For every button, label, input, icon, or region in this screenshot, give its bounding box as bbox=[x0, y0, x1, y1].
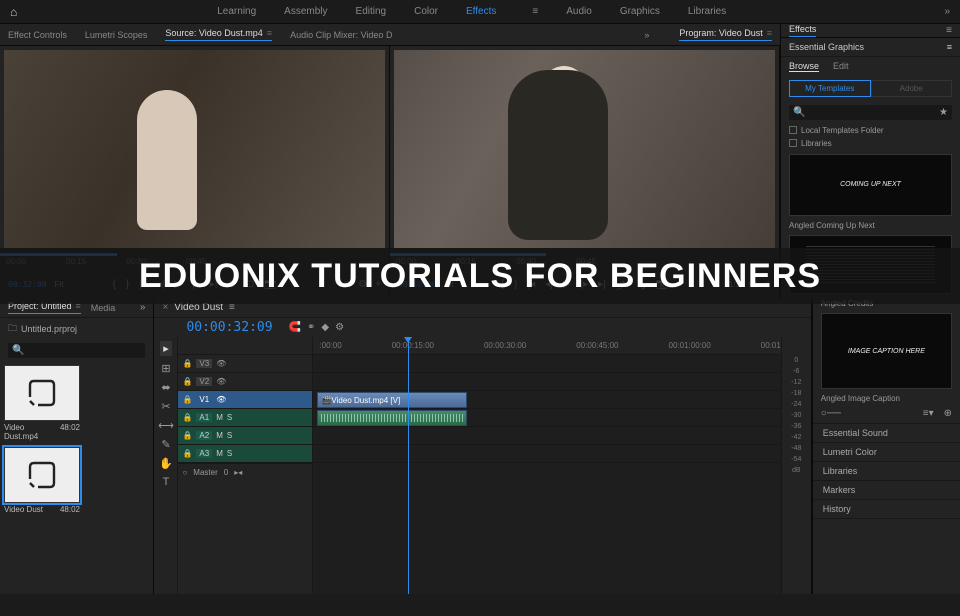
ws-graphics[interactable]: Graphics bbox=[620, 6, 660, 17]
tl-settings-icon[interactable]: ⚙ bbox=[335, 322, 344, 333]
chk-local-folder[interactable] bbox=[789, 126, 797, 134]
tl-marker-icon[interactable]: ◆ bbox=[321, 322, 329, 333]
ws-audio[interactable]: Audio bbox=[566, 6, 592, 17]
tab-source[interactable]: Source: Video Dust.mp4≡ bbox=[165, 28, 272, 41]
tool-column: ▸ ⊞ ⬌ ✂ ⟷ ✎ ✋ T bbox=[154, 337, 178, 594]
project-search-input[interactable] bbox=[24, 346, 141, 356]
tool-selection[interactable]: ▸ bbox=[160, 341, 172, 356]
tool-type[interactable]: T bbox=[163, 476, 170, 488]
tool-hand[interactable]: ✋ bbox=[159, 457, 173, 470]
tool-ripple[interactable]: ⬌ bbox=[161, 381, 170, 394]
program-viewer[interactable] bbox=[394, 50, 775, 248]
lock-icon[interactable]: 🔒 bbox=[182, 359, 192, 368]
search-icon: 🔍 bbox=[12, 345, 24, 356]
lock-icon[interactable]: 🔒 bbox=[182, 449, 192, 458]
ws-effects-menu-icon[interactable]: ≡ bbox=[532, 6, 538, 17]
ws-effects[interactable]: Effects bbox=[466, 6, 496, 17]
template-caption-2: Angled Image Caption bbox=[813, 393, 960, 404]
bin-icon: 🗀 bbox=[8, 321, 17, 337]
eg-search[interactable]: 🔍 ★ bbox=[789, 105, 952, 120]
eg-tab-browse[interactable]: Browse bbox=[789, 61, 819, 72]
project-name: 🗀 Untitled.prproj bbox=[0, 318, 153, 340]
clip-grid: Video Dust.mp448:02 Video Dust48:02 bbox=[0, 361, 153, 520]
workspace-tabs: Learning Assembly Editing Color Effects … bbox=[217, 6, 726, 17]
lock-icon[interactable]: 🔒 bbox=[182, 413, 192, 422]
source-overflow-icon[interactable]: » bbox=[644, 30, 649, 40]
tab-program[interactable]: Program: Video Dust≡ bbox=[679, 28, 772, 41]
clip-item-0[interactable]: Video Dust.mp448:02 bbox=[4, 365, 80, 443]
eg-slider[interactable]: ○── bbox=[821, 408, 841, 419]
tl-link-icon[interactable]: ⚭ bbox=[307, 322, 315, 333]
lock-icon[interactable]: 🔒 bbox=[182, 431, 192, 440]
panel-libraries[interactable]: Libraries bbox=[813, 462, 960, 481]
source-viewer[interactable] bbox=[4, 50, 385, 248]
tool-slip[interactable]: ⟷ bbox=[158, 419, 174, 432]
template-image-caption[interactable]: IMAGE CAPTION HERE bbox=[821, 313, 952, 389]
tracks-area[interactable]: :00:0000:00:15:0000:00:30:0000:00:45:000… bbox=[313, 337, 780, 594]
timeline-timecode[interactable]: 00:00:32:09 bbox=[178, 318, 280, 337]
eg-sort-icon[interactable]: ≡▾ bbox=[923, 408, 934, 419]
timeline-panel: × Video Dust ≡ 00:00:32:09 🧲 ⚭ ◆ ⚙ ▸ ⊞ ⬌… bbox=[154, 298, 811, 594]
collapsed-panels: Essential Sound Lumetri Color Libraries … bbox=[813, 423, 960, 519]
panel-lumetri-color[interactable]: Lumetri Color bbox=[813, 443, 960, 462]
toggle-my-templates[interactable]: My Templates bbox=[789, 80, 871, 97]
home-icon[interactable]: ⌂ bbox=[10, 5, 17, 19]
chk-libraries[interactable] bbox=[789, 139, 797, 147]
clip-a1[interactable] bbox=[317, 410, 467, 426]
playhead[interactable] bbox=[408, 337, 409, 594]
track-headers: 🔒V3👁 🔒V2👁 🔒V1👁 🔒A1MS 🔒A2MS 🔒A3MS ○Master… bbox=[178, 337, 313, 594]
project-panel: Project: Untitled≡ Media » 🗀 Untitled.pr… bbox=[0, 298, 154, 594]
app-topbar: ⌂ Learning Assembly Editing Color Effect… bbox=[0, 0, 960, 24]
eg-title: Essential Graphics bbox=[789, 42, 864, 52]
ws-editing[interactable]: Editing bbox=[356, 6, 387, 17]
right-lower-sidebar: Angled Credits IMAGE CAPTION HERE Angled… bbox=[812, 298, 960, 594]
tool-pen[interactable]: ✎ bbox=[161, 438, 170, 451]
lbl-libraries: Libraries bbox=[801, 139, 832, 148]
overlay-title: EDUONIX TUTORIALS FOR BEGINNERS bbox=[0, 248, 960, 304]
clip-item-1[interactable]: Video Dust48:02 bbox=[4, 447, 80, 516]
template-caption-0: Angled Coming Up Next bbox=[781, 220, 960, 231]
eg-tab-edit[interactable]: Edit bbox=[833, 61, 849, 72]
panel-history[interactable]: History bbox=[813, 500, 960, 519]
eg-new-icon[interactable]: ⊕ bbox=[944, 408, 952, 419]
toggle-adobe-stock[interactable]: Adobe bbox=[871, 80, 953, 97]
lbl-local-folder: Local Templates Folder bbox=[801, 126, 884, 135]
workspace-overflow-icon[interactable]: » bbox=[944, 6, 950, 17]
lock-icon[interactable]: 🔒 bbox=[182, 395, 192, 404]
panel-essential-sound[interactable]: Essential Sound bbox=[813, 424, 960, 443]
ws-libraries[interactable]: Libraries bbox=[688, 6, 726, 17]
search-icon: 🔍 bbox=[793, 107, 805, 118]
tool-razor[interactable]: ✂ bbox=[161, 400, 170, 413]
project-search[interactable]: 🔍 bbox=[8, 343, 145, 358]
tab-audio-clip-mixer[interactable]: Audio Clip Mixer: Video D bbox=[290, 30, 392, 40]
monitor-panel-tabs: Effect Controls Lumetri Scopes Source: V… bbox=[0, 24, 780, 46]
tab-effects-panel[interactable]: Effects bbox=[789, 24, 816, 37]
tl-snap-icon[interactable]: 🧲 bbox=[289, 322, 301, 333]
essential-graphics-header: Essential Graphics ≡ bbox=[781, 38, 960, 57]
tool-track-select[interactable]: ⊞ bbox=[161, 362, 170, 375]
tab-lumetri-scopes[interactable]: Lumetri Scopes bbox=[85, 30, 148, 40]
ws-assembly[interactable]: Assembly bbox=[284, 6, 327, 17]
ws-color[interactable]: Color bbox=[414, 6, 438, 17]
eg-menu-icon[interactable]: ≡ bbox=[947, 42, 952, 52]
timeline-ruler[interactable]: :00:0000:00:15:0000:00:30:0000:00:45:000… bbox=[313, 337, 780, 355]
clip-v1[interactable]: 🎬Video Dust.mp4 [V] bbox=[317, 392, 467, 408]
favorite-icon[interactable]: ★ bbox=[939, 107, 948, 118]
eg-search-input[interactable] bbox=[805, 107, 939, 117]
panel-markers[interactable]: Markers bbox=[813, 481, 960, 500]
template-coming-up[interactable]: COMING UP NEXT bbox=[789, 154, 952, 216]
ws-learning[interactable]: Learning bbox=[217, 6, 256, 17]
audio-meter: 0-6-12-18-24-30-36-42-48-54dB bbox=[781, 337, 811, 594]
lock-icon[interactable]: 🔒 bbox=[182, 377, 192, 386]
effects-menu-icon[interactable]: ≡ bbox=[946, 25, 952, 36]
tab-media[interactable]: Media bbox=[91, 303, 116, 313]
tab-effect-controls[interactable]: Effect Controls bbox=[8, 30, 67, 40]
